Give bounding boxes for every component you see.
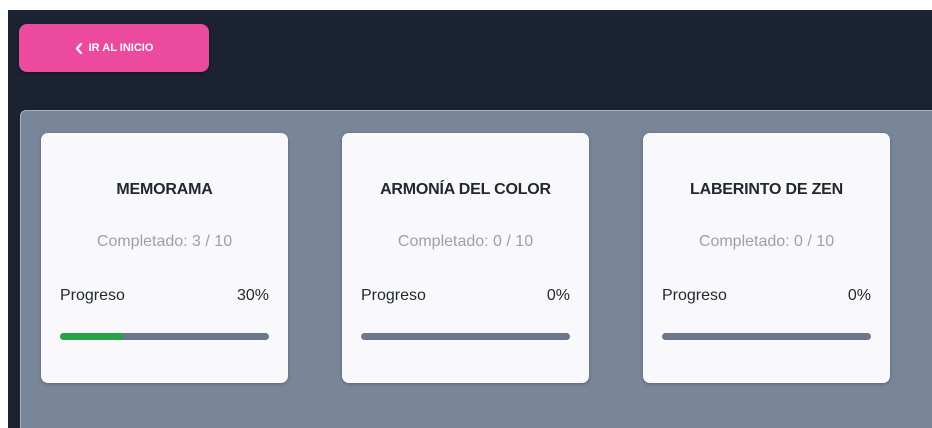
game-title: ARMONÍA DEL COLOR: [380, 181, 551, 198]
progress-percent: 0%: [546, 287, 570, 304]
completed-count: Completado: 0 / 10: [698, 233, 835, 250]
game-card-laberinto-de-zen[interactable]: LABERINTO DE ZEN Completado: 0 / 10 Prog…: [643, 133, 890, 383]
progress-bar: [361, 333, 570, 340]
completed-count: Completado: 0 / 10: [397, 233, 534, 250]
progress-label: Progreso: [662, 287, 727, 304]
back-to-home-button[interactable]: IR AL INICIO: [19, 24, 209, 72]
back-button-label: IR AL INICIO: [88, 42, 154, 54]
game-card-armonia-del-color[interactable]: ARMONÍA DEL COLOR Completado: 0 / 10 Pro…: [342, 133, 589, 383]
progress-row: Progreso 0%: [361, 287, 570, 305]
app-window: IR AL INICIO MEMORAMA Completado: 3 / 10…: [8, 10, 932, 428]
progress-bar-fill: [60, 333, 123, 340]
progress-row: Progreso 30%: [60, 287, 269, 305]
game-card-memorama[interactable]: MEMORAMA Completado: 3 / 10 Progreso 30%: [41, 133, 288, 383]
chevron-left-icon: [75, 42, 83, 54]
game-title: LABERINTO DE ZEN: [690, 181, 843, 198]
progress-label: Progreso: [60, 287, 125, 304]
progress-percent: 30%: [236, 287, 269, 304]
progress-bar: [662, 333, 871, 340]
progress-row: Progreso 0%: [662, 287, 871, 305]
completed-count: Completado: 3 / 10: [96, 233, 233, 250]
progress-percent: 0%: [847, 287, 871, 304]
games-panel: MEMORAMA Completado: 3 / 10 Progreso 30%…: [20, 110, 932, 428]
progress-bar: [60, 333, 269, 340]
game-title: MEMORAMA: [116, 181, 213, 198]
progress-label: Progreso: [361, 287, 426, 304]
